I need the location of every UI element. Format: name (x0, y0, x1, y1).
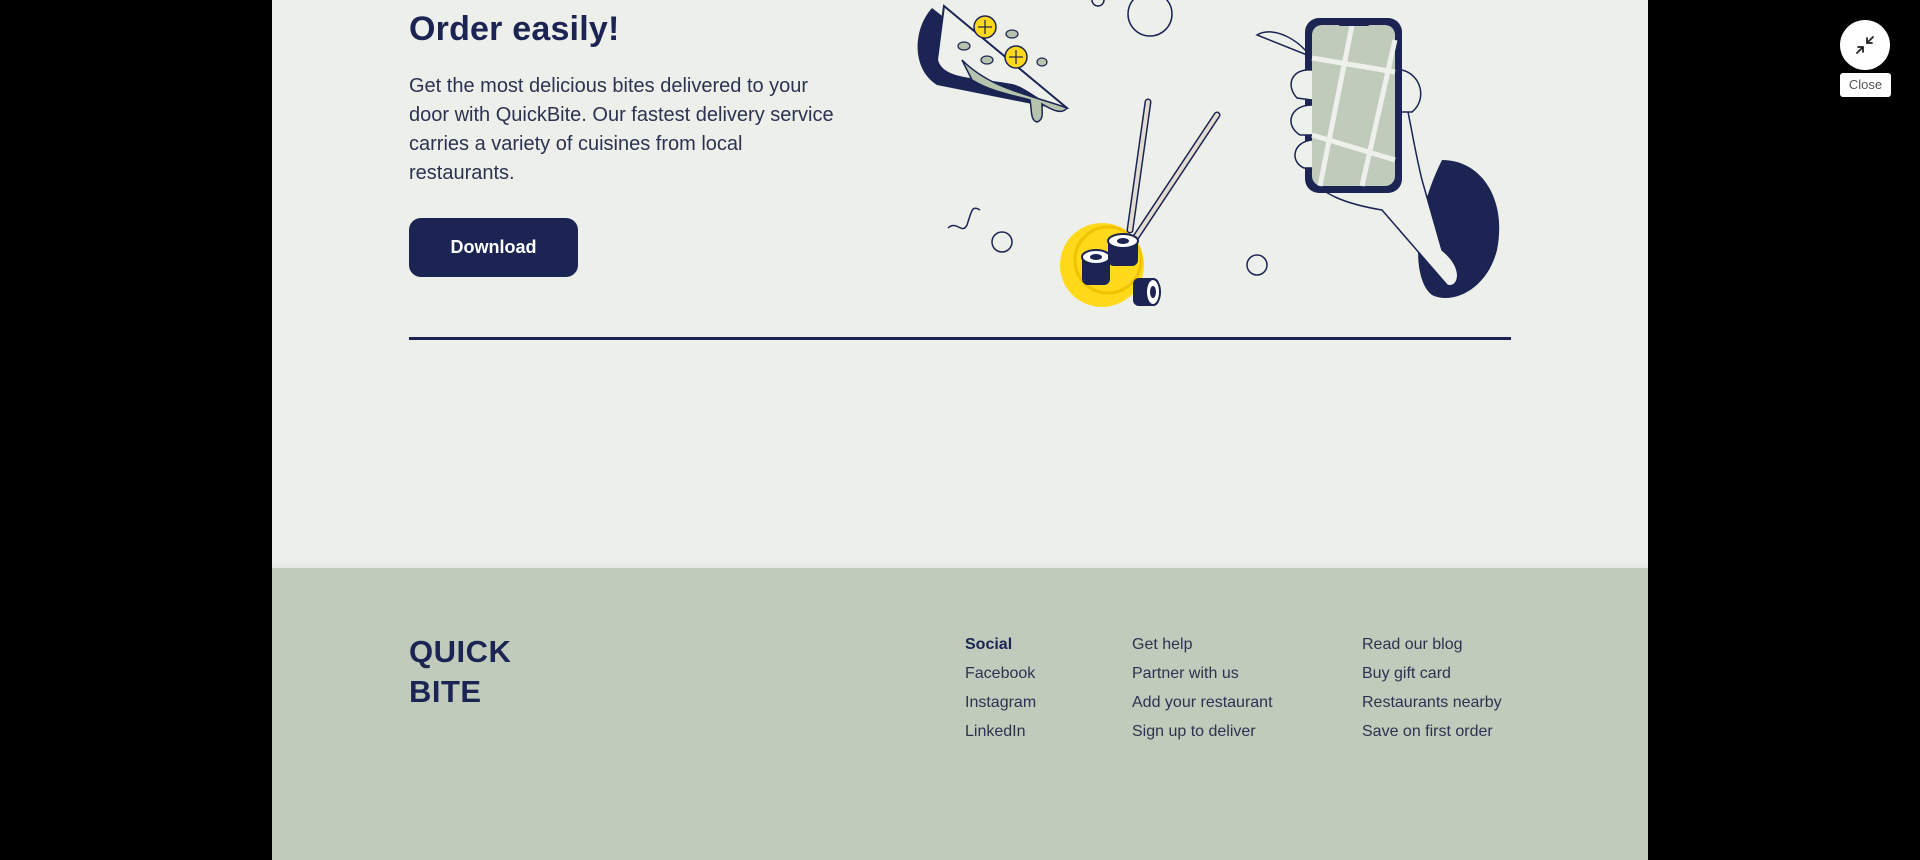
gift-card-link[interactable]: Buy gift card (1362, 659, 1502, 688)
food-delivery-illustration (917, 0, 1500, 307)
linkedin-link[interactable]: LinkedIn (965, 717, 1036, 746)
restaurants-nearby-link[interactable]: Restaurants nearby (1362, 688, 1502, 717)
facebook-link[interactable]: Facebook (965, 659, 1036, 688)
get-help-link[interactable]: Get help (1132, 630, 1273, 659)
footer-column-more: Read our blog Buy gift card Restaurants … (1362, 630, 1502, 746)
pizza-slice-icon (917, 4, 1070, 123)
footer-brand-logo[interactable]: QUICK BITE (409, 632, 511, 712)
instagram-link[interactable]: Instagram (965, 688, 1036, 717)
blog-link[interactable]: Read our blog (1362, 630, 1502, 659)
sushi-plate-icon (1060, 98, 1221, 307)
footer-column-social: Social Facebook Instagram LinkedIn (965, 630, 1036, 746)
brand-line-1: QUICK (409, 634, 512, 669)
partner-link[interactable]: Partner with us (1132, 659, 1273, 688)
section-divider (409, 337, 1511, 340)
add-restaurant-link[interactable]: Add your restaurant (1132, 688, 1273, 717)
first-order-link[interactable]: Save on first order (1362, 717, 1502, 746)
sign-up-deliver-link[interactable]: Sign up to deliver (1132, 717, 1273, 746)
close-tooltip: Close (1840, 73, 1891, 97)
page: Order easily! Get the most delicious bit… (272, 0, 1648, 860)
close-button[interactable] (1840, 20, 1890, 70)
collapse-arrows-icon (1856, 36, 1874, 54)
brand-line-2: BITE (409, 674, 482, 709)
phone-in-hand-icon (1255, 18, 1500, 298)
social-heading: Social (965, 636, 1013, 653)
footer-column-help: Get help Partner with us Add your restau… (1132, 630, 1273, 746)
